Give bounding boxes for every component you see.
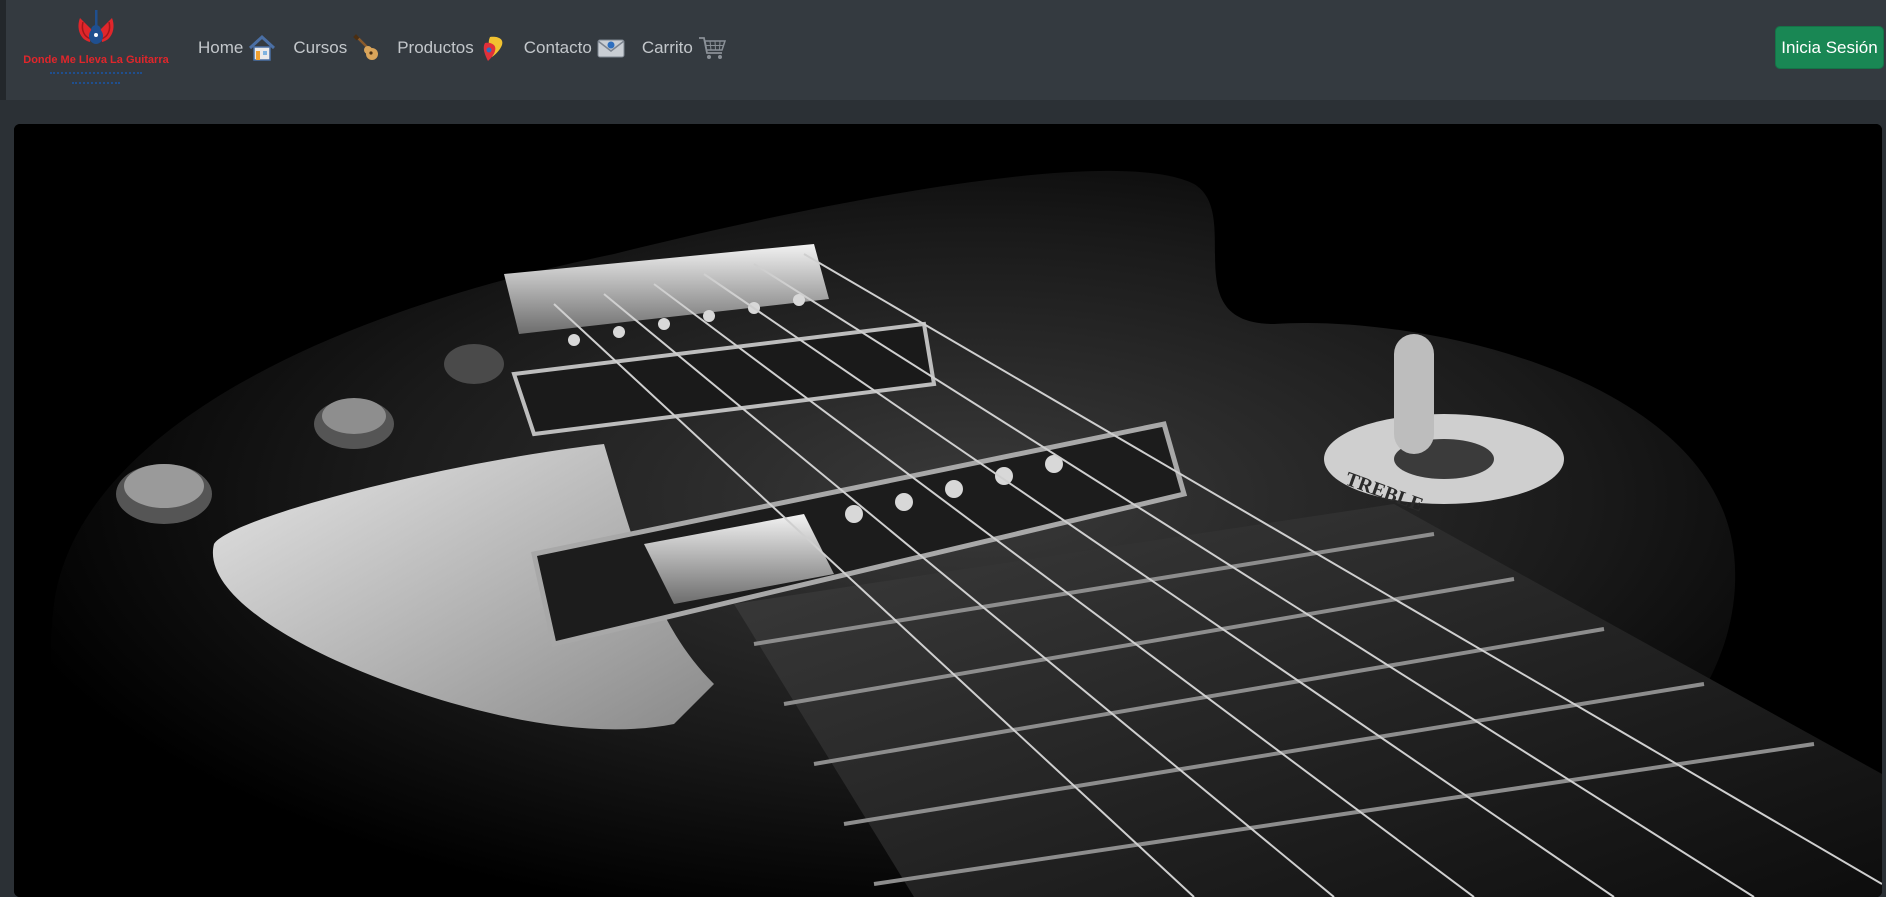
nav-item-carrito[interactable]: Carrito	[642, 33, 727, 63]
guitar-pick-icon	[483, 36, 503, 61]
nav-label: Home	[198, 38, 244, 57]
main-nav: Home Cursos Productos Contacto Carrito	[198, 28, 743, 68]
nav-label: Contacto	[523, 38, 592, 57]
house-icon	[249, 34, 276, 61]
nav-item-cursos[interactable]: Cursos	[293, 33, 381, 63]
nav-label: Cursos	[293, 38, 348, 57]
hero-image: TREBLE	[14, 124, 1882, 897]
nav-label: Productos	[397, 38, 474, 57]
brand-title: Donde Me Lleva La Guitarra	[23, 54, 169, 66]
guitar-closeup-photo: TREBLE	[14, 124, 1882, 897]
guitar-icon	[353, 34, 379, 60]
navbar: Donde Me Lleva La Guitarra Home Cursos P…	[0, 0, 1886, 100]
brand-logo[interactable]: Donde Me Lleva La Guitarra	[20, 10, 172, 88]
nav-item-productos[interactable]: Productos	[397, 33, 508, 63]
cart-icon	[698, 37, 726, 59]
envelope-icon	[597, 39, 625, 58]
nav-label: Carrito	[641, 38, 693, 57]
guitar-wings-logo-icon	[78, 10, 114, 44]
login-button[interactable]: Inicia Sesión	[1775, 26, 1884, 69]
nav-item-contacto[interactable]: Contacto	[524, 33, 626, 63]
brand-tagline-decoration	[72, 82, 120, 86]
nav-item-home[interactable]: Home	[198, 33, 277, 63]
brand-tagline-decoration	[50, 72, 142, 78]
